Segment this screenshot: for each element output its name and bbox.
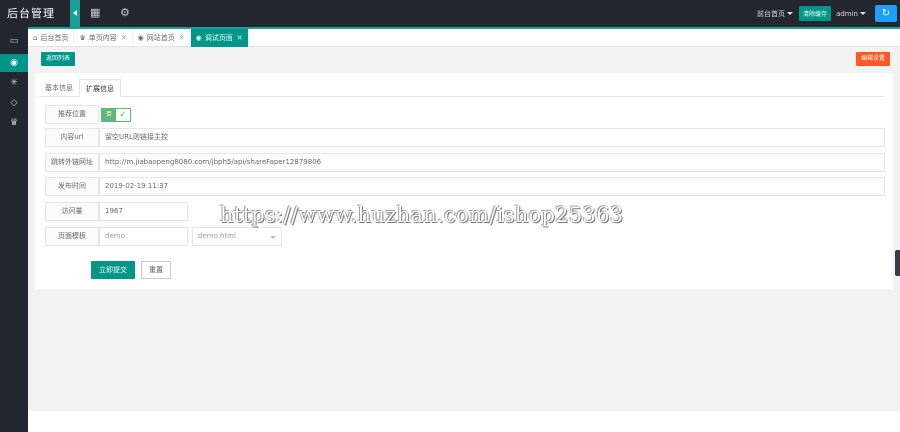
template-select[interactable]: demo.html xyxy=(192,227,282,246)
tab-debug-page[interactable]: ◉ 调试页面 ✕ xyxy=(190,29,249,47)
refresh-icon: ↻ xyxy=(875,5,897,22)
close-icon[interactable]: ✕ xyxy=(237,34,243,42)
sidebar: ▭ ◉ ✳ ◇ ♛ xyxy=(0,27,28,432)
close-icon[interactable]: ✕ xyxy=(121,34,127,42)
reset-button[interactable]: 重置 xyxy=(141,261,171,279)
target-icon: ◉ xyxy=(137,34,144,42)
target-icon: ◉ xyxy=(195,34,202,42)
recommend-row: 推荐位置 否 ✓ xyxy=(45,105,885,124)
time-label: 发布时间 xyxy=(45,177,99,196)
top-bar: 后台管理 ▦ ⚙ 前台首页 清除缓存 admin ↻ xyxy=(0,0,900,27)
user-menu[interactable]: admin xyxy=(836,10,866,18)
switch-state: 否 xyxy=(102,109,116,121)
url-input[interactable]: 留空URL则链接主控 xyxy=(99,128,885,147)
tab-single-page[interactable]: ♛ 单页内容 ✕ xyxy=(74,29,133,47)
target-icon[interactable]: ◉ xyxy=(0,54,28,72)
form-tabs: 基本信息 扩展信息 xyxy=(39,79,885,97)
check-icon: ✓ xyxy=(119,110,127,120)
views-label: 访问量 xyxy=(45,202,99,221)
footer-area xyxy=(28,411,900,432)
clear-cache-button[interactable]: 清除缓存 xyxy=(799,6,832,21)
gear-icon[interactable]: ⚙ xyxy=(120,7,130,19)
crown-icon: ♛ xyxy=(79,34,86,42)
publish-time-input[interactable]: 2019-02-19 11:37 xyxy=(99,177,885,196)
return-list-button[interactable]: 返回列表 xyxy=(41,52,76,66)
tab-admin-home[interactable]: ⌂ 后台首页 xyxy=(28,29,75,47)
main-content: 返回列表 编辑设置 基本信息 扩展信息 推荐位置 否 ✓ 内容url 留空URL… xyxy=(28,47,900,411)
home-icon: ⌂ xyxy=(33,34,38,42)
template-input[interactable]: demo xyxy=(99,227,188,246)
url-label: 内容url xyxy=(45,128,99,147)
jump-url-input[interactable]: http://m.jiabaopeng8080.com/jbph5/api/sh… xyxy=(99,153,885,172)
dashboard-icon[interactable]: ✳ xyxy=(0,74,28,92)
edit-settings-button[interactable]: 编辑设置 xyxy=(855,52,890,66)
layout-icon[interactable]: ▭ xyxy=(0,32,28,50)
tab-basic-info[interactable]: 基本信息 xyxy=(39,79,79,97)
close-icon[interactable]: ✕ xyxy=(179,34,185,42)
form-panel: 基本信息 扩展信息 推荐位置 否 ✓ 内容url 留空URL则链接主控 跳转外链… xyxy=(35,73,893,289)
action-bar: 返回列表 编辑设置 xyxy=(35,52,893,68)
views-row: 访问量 1967 xyxy=(45,202,190,221)
crown-icon[interactable]: ♛ xyxy=(0,114,28,132)
url-row: 内容url 留空URL则链接主控 xyxy=(45,128,885,147)
chevron-down-icon xyxy=(860,12,866,15)
jump-label: 跳转外链网址 xyxy=(45,153,99,172)
time-row: 发布时间 2019-02-19 11:37 xyxy=(45,177,885,196)
tab-site-home[interactable]: ◉ 网站首页 ✕ xyxy=(133,29,191,47)
frontend-home-link[interactable]: 前台首页 xyxy=(757,9,794,19)
sidebar-collapse-button[interactable] xyxy=(70,0,80,27)
template-row: 页面模板 demo demo.html xyxy=(45,227,285,246)
tab-strip: ⌂ 后台首页 ♛ 单页内容 ✕ ◉ 网站首页 ✕ ◉ 调试页面 ✕ xyxy=(28,29,900,47)
scroll-handle[interactable] xyxy=(895,250,900,276)
watermark-text: https://www.huzhan.com/ishop25363 xyxy=(220,203,624,227)
calendar-icon[interactable]: ▦ xyxy=(90,7,100,19)
template-label: 页面模板 xyxy=(45,227,99,246)
refresh-button[interactable]: ↻ xyxy=(872,0,900,27)
app-title: 后台管理 xyxy=(7,7,55,20)
recommend-label: 推荐位置 xyxy=(45,105,99,124)
diamond-icon[interactable]: ◇ xyxy=(0,94,28,112)
jump-row: 跳转外链网址 http://m.jiabaopeng8080.com/jbph5… xyxy=(45,153,885,172)
tab-extended-info[interactable]: 扩展信息 xyxy=(79,79,121,97)
chevron-down-icon xyxy=(787,12,794,15)
views-input[interactable]: 1967 xyxy=(99,202,188,221)
recommend-switch[interactable]: 否 ✓ xyxy=(101,108,131,122)
submit-button[interactable]: 立即提交 xyxy=(91,261,135,279)
